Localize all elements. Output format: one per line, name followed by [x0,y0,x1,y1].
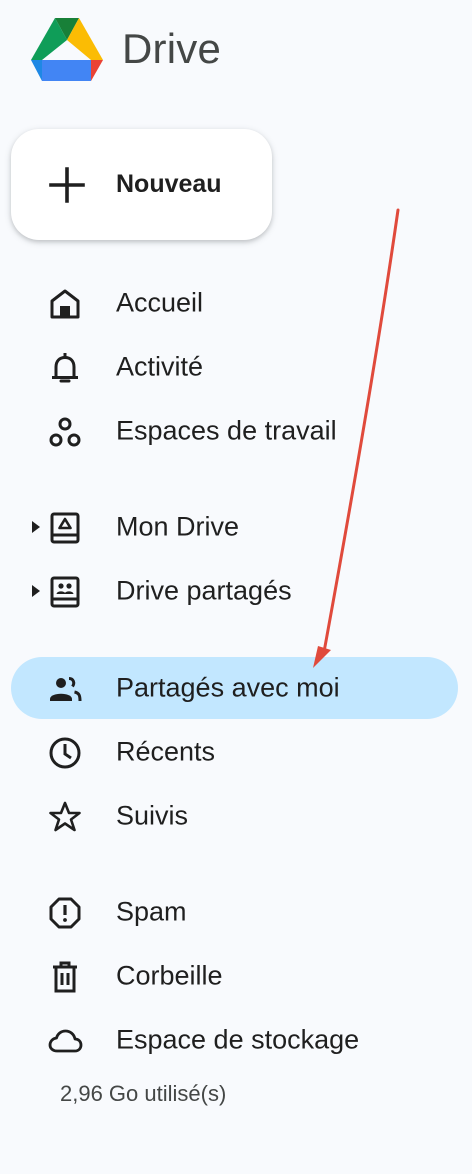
expand-arrow-icon[interactable] [31,521,41,533]
sidebar-item-recent[interactable]: Récents [11,721,458,783]
sidebar-item-workspaces[interactable]: Espaces de travail [11,400,458,462]
sidebar-item-label: Espace de stockage [116,1024,360,1055]
sidebar-item-my-drive[interactable]: Mon Drive [11,496,458,558]
sidebar-item-label: Espaces de travail [116,415,337,446]
sidebar-item-trash[interactable]: Corbeille [11,945,458,1007]
trash-icon [53,961,77,993]
home-icon [50,289,80,319]
shared-drives-icon [50,576,80,608]
sidebar-item-label: Spam [116,896,187,927]
sidebar-item-shared-with-me[interactable]: Partagés avec moi [11,657,458,719]
cloud-icon [48,1029,83,1053]
sidebar-item-spam[interactable]: Spam [11,881,458,943]
expand-arrow-icon[interactable] [31,585,41,597]
sidebar-item-shared-drives[interactable]: Drive partagés [11,560,458,622]
sidebar-item-activity[interactable]: Activité [11,336,458,398]
sidebar-item-storage[interactable]: Espace de stockage [11,1009,458,1071]
storage-usage-text: 2,96 Go utilisé(s) [60,1081,227,1106]
workspaces-icon [49,417,81,447]
sidebar-navigation: Accueil Activité Espaces de travail Mon … [0,0,472,1174]
clock-icon [49,737,81,769]
sidebar-item-label: Suivis [116,800,189,831]
sidebar-item-label: Corbeille [116,960,223,991]
my-drive-icon [50,512,80,544]
sidebar-item-label: Drive partagés [116,575,292,606]
spam-icon [49,897,81,929]
sidebar-item-starred[interactable]: Suivis [11,785,458,847]
people-icon [50,677,82,702]
sidebar-item-label: Mon Drive [116,511,240,542]
sidebar-item-home[interactable]: Accueil [11,272,458,334]
sidebar-item-label: Récents [116,736,216,767]
star-icon [49,801,81,832]
sidebar-item-label: Partagés avec moi [116,672,340,703]
bell-icon [52,353,78,383]
sidebar-item-label: Accueil [116,287,204,318]
sidebar-item-label: Activité [116,351,204,382]
